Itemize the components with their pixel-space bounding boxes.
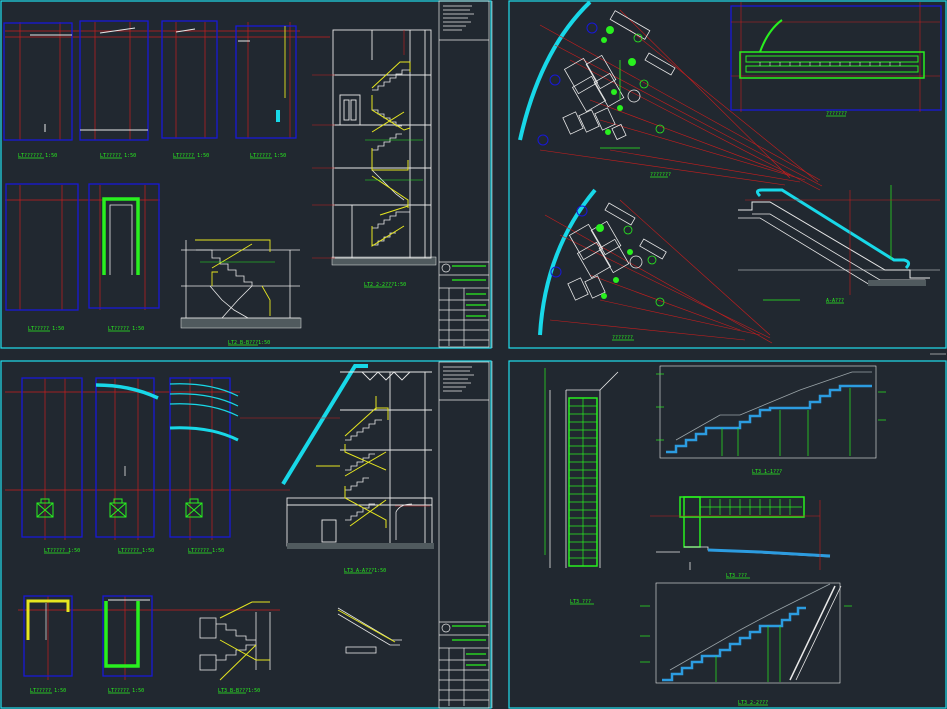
label-s1-7: LT2 B-B???1:50 [228,340,270,346]
label-s1-1: LT?????? 1:50 [18,153,57,159]
label-s2-4: A-A??? [826,298,844,304]
label-s2-1: ??????? [650,172,671,178]
label-s2-2: ??????? [826,111,847,117]
label-s1-3: LT????? 1:50 [173,153,209,159]
label-s1-8: LT2 2-2???1:50 [364,282,406,288]
label-s3-7: LT3 A-A???1:50 [344,568,386,574]
label-s1-6: LT????? 1:50 [108,326,144,332]
label-s2-3: ??????? [612,335,633,341]
label-s1-4: LT????? 1:50 [250,153,286,159]
label-s3-2: LT????? 1:50 [118,548,154,554]
label-s1-5: LT????? 1:50 [28,326,64,332]
label-s3-4: LT????? 1:50 [30,688,66,694]
label-s3-6: LT3 B-B???1:50 [218,688,260,694]
label-s3-1: LT????? 1:50 [44,548,80,554]
label-s1-2: LT????? 1:50 [100,153,136,159]
label-s4-1: LT3 ??? [570,599,591,605]
label-s4-4: LT3 2-2??? [738,700,768,706]
label-s4-2: LT3 1-1??? [752,469,782,475]
label-s3-3: LT????? 1:50 [188,548,224,554]
cad-drawing-canvas: LT?????? 1:50 LT????? 1:50 LT????? 1:50 … [0,0,947,709]
label-s4-3: LT3 ??? [726,573,747,579]
label-s3-5: LT????? 1:50 [108,688,144,694]
